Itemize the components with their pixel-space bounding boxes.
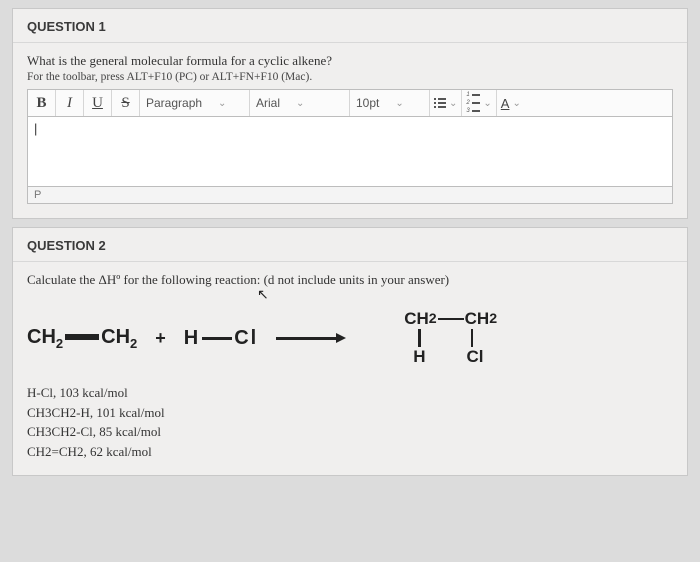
question-2-panel: QUESTION 2 Calculate the ΔHº for the fol… bbox=[12, 227, 688, 476]
font-select[interactable]: Arial ⌄ bbox=[250, 90, 350, 116]
font-size-select[interactable]: 10pt ⌄ bbox=[350, 90, 430, 116]
chevron-down-icon: ⌄ bbox=[395, 98, 403, 109]
font-label: Arial bbox=[256, 96, 280, 110]
bond-energy-list: H-Cl, 103 kcal/mol CH3CH2-H, 101 kcal/mo… bbox=[27, 383, 673, 461]
editor-status-bar: P bbox=[27, 187, 673, 204]
chevron-down-icon: ⌄ bbox=[483, 98, 491, 109]
question-2-body: Calculate the ΔHº for the following reac… bbox=[13, 262, 687, 475]
status-path: P bbox=[34, 189, 41, 201]
paragraph-label: Paragraph bbox=[146, 96, 202, 110]
question-1-body: What is the general molecular formula fo… bbox=[13, 43, 687, 218]
cursor-icon: ↖ bbox=[257, 286, 673, 303]
bond-item: H-Cl, 103 kcal/mol bbox=[27, 383, 673, 403]
underline-button[interactable]: U bbox=[84, 90, 112, 116]
size-label: 10pt bbox=[356, 96, 379, 110]
rich-text-editor[interactable]: | bbox=[27, 117, 673, 187]
paragraph-select[interactable]: Paragraph ⌄ bbox=[140, 90, 250, 116]
chevron-down-icon: ⌄ bbox=[512, 98, 520, 109]
reactant-hcl: HCl bbox=[184, 327, 258, 350]
chevron-down-icon: ⌄ bbox=[449, 98, 457, 109]
numbered-list-icon: 1 2 3 bbox=[466, 92, 480, 114]
question-1-panel: QUESTION 1 What is the general molecular… bbox=[12, 8, 688, 219]
question-2-header: QUESTION 2 bbox=[13, 228, 687, 262]
product-chloroethane: CH2CH2 H Cl bbox=[404, 309, 497, 367]
bullet-list-icon bbox=[434, 98, 446, 108]
reactant-ethene: CH2CH2 bbox=[27, 326, 137, 351]
reaction-arrow-icon bbox=[276, 333, 346, 343]
bond-item: CH3CH2-Cl, 85 kcal/mol bbox=[27, 422, 673, 442]
plus-operator: + bbox=[155, 328, 166, 349]
chevron-down-icon: ⌄ bbox=[218, 98, 226, 109]
text-color-icon: A bbox=[501, 96, 510, 111]
bond-item: CH3CH2-H, 101 kcal/mol bbox=[27, 403, 673, 423]
question-1-prompt: What is the general molecular formula fo… bbox=[27, 53, 673, 69]
ordered-list-button[interactable]: 1 2 3 ⌄ bbox=[462, 90, 496, 116]
question-1-header: QUESTION 1 bbox=[13, 9, 687, 43]
unordered-list-button[interactable]: ⌄ bbox=[430, 90, 462, 116]
italic-button[interactable]: I bbox=[56, 90, 84, 116]
toolbar-hint: For the toolbar, press ALT+F10 (PC) or A… bbox=[27, 71, 673, 83]
bond-item: CH2=CH2, 62 kcal/mol bbox=[27, 442, 673, 462]
reaction-equation: CH2CH2 + HCl CH2CH2 H Cl bbox=[27, 309, 673, 367]
bold-button[interactable]: B bbox=[28, 90, 56, 116]
editor-toolbar: B I U S Paragraph ⌄ Arial ⌄ 10pt ⌄ bbox=[27, 89, 673, 117]
text-color-button[interactable]: A ⌄ bbox=[497, 90, 525, 116]
strikethrough-button[interactable]: S bbox=[112, 90, 140, 116]
chevron-down-icon: ⌄ bbox=[296, 98, 304, 109]
